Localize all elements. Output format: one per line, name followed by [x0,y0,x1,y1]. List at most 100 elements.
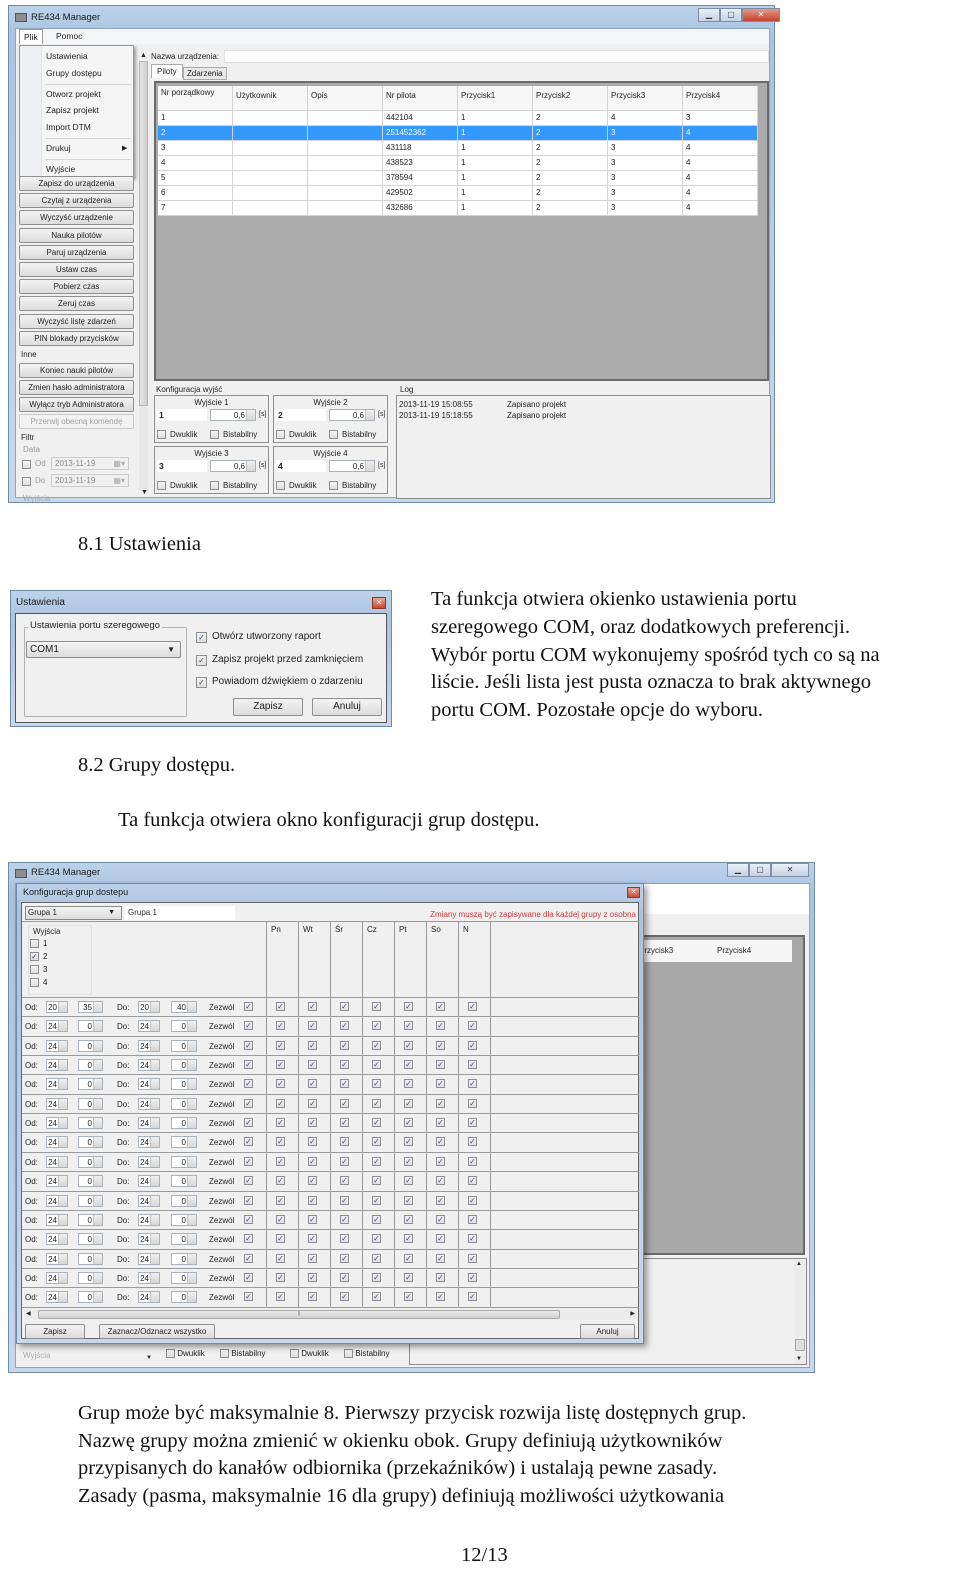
do-hour-spinner[interactable]: 24 [138,1039,160,1052]
do-minute-spinner[interactable]: 0 [171,1271,197,1284]
day-checkbox-Pn[interactable]: ✓ [276,1137,285,1147]
day-checkbox-Wt[interactable]: ✓ [308,1021,317,1031]
maximize-button[interactable]: ▢ [749,863,771,877]
day-checkbox-So[interactable]: ✓ [436,1040,445,1050]
od-hour-spinner[interactable]: 24 [46,1291,68,1304]
day-checkbox-Śr[interactable]: ✓ [340,1253,349,1263]
option-checkbox[interactable]: ✓ [196,654,207,666]
day-checkbox-Pn[interactable]: ✓ [276,1079,285,1089]
day-checkbox-N[interactable]: ✓ [468,1176,477,1186]
day-checkbox-Wt[interactable]: ✓ [308,1002,317,1011]
grid-header-2[interactable]: Opis [308,86,383,111]
day-checkbox-Pt[interactable]: ✓ [404,1002,413,1011]
output-time-spinner[interactable]: 0,6 [329,460,375,472]
day-checkbox-N[interactable]: ✓ [468,1079,477,1089]
od-minute-spinner[interactable]: 0 [78,1291,103,1304]
od-hour-spinner[interactable]: 24 [46,1194,68,1207]
day-checkbox-So[interactable]: ✓ [436,1002,445,1011]
day-checkbox-Wt[interactable]: ✓ [308,1137,317,1147]
day-checkbox-Wt[interactable]: ✓ [308,1176,317,1186]
option-checkbox[interactable]: ✓ [196,677,207,688]
do-minute-spinner[interactable]: 0 [171,1039,197,1052]
day-checkbox-Śr[interactable]: ✓ [340,1137,349,1147]
do-minute-spinner[interactable]: 0 [171,1078,197,1091]
day-checkbox-So[interactable]: ✓ [436,1292,445,1302]
day-checkbox-N[interactable]: ✓ [468,1292,477,1302]
od-hour-spinner[interactable]: 24 [46,1213,68,1226]
output-number-input[interactable]: 3 [157,460,207,472]
menu-pomoc[interactable]: Pomoc [56,31,82,41]
day-checkbox-Śr[interactable]: ✓ [340,1002,349,1011]
abort-command-button[interactable]: Przerwij obecną komendę [19,414,134,429]
day-checkbox-N[interactable]: ✓ [468,1118,477,1128]
minimize-button[interactable]: ▁ [727,863,749,877]
output-checkbox-3[interactable] [30,965,39,974]
day-checkbox-Wt[interactable]: ✓ [308,1098,317,1108]
day-checkbox-Cz[interactable]: ✓ [372,1253,381,1263]
maximize-button[interactable]: ▢ [720,8,742,22]
allow-checkbox[interactable]: ✓ [244,1079,253,1089]
day-checkbox-Cz[interactable]: ✓ [372,1234,381,1244]
inne-button[interactable]: Koniec nauki pilotów [19,363,134,378]
do-minute-spinner[interactable]: 0 [171,1155,197,1168]
od-hour-spinner[interactable]: 24 [46,1097,68,1110]
scroll-down-arrow[interactable]: ▼ [796,1356,802,1362]
group-name-input[interactable]: Grupa 1 [125,906,235,920]
do-minute-spinner[interactable]: 0 [171,1020,197,1033]
day-checkbox-Pt[interactable]: ✓ [404,1021,413,1031]
allow-checkbox[interactable]: ✓ [244,1021,253,1031]
od-minute-spinner[interactable]: 0 [78,1097,103,1110]
day-checkbox-Pn[interactable]: ✓ [276,1292,285,1302]
day-checkbox-Cz[interactable]: ✓ [372,1272,381,1282]
day-checkbox-Cz[interactable]: ✓ [372,1098,381,1108]
day-checkbox-Pn[interactable]: ✓ [276,1176,285,1186]
day-checkbox-Śr[interactable]: ✓ [340,1040,349,1050]
scrollbar-thumb[interactable] [795,1339,805,1351]
day-checkbox-Pt[interactable]: ✓ [404,1156,413,1166]
settings-close-button[interactable]: ✕ [372,597,386,609]
allow-checkbox[interactable]: ✓ [244,1272,253,1282]
day-checkbox-Wt[interactable]: ✓ [308,1079,317,1089]
grid-header-3[interactable]: Nr pilota [383,86,458,111]
allow-checkbox[interactable]: ✓ [244,1292,253,1302]
dwuklik-checkbox[interactable] [157,481,166,490]
do-hour-spinner[interactable]: 24 [138,1175,160,1188]
day-checkbox-Pt[interactable]: ✓ [404,1214,413,1224]
day-checkbox-Pt[interactable]: ✓ [404,1137,413,1147]
day-checkbox-So[interactable]: ✓ [436,1272,445,1282]
do-minute-spinner[interactable]: 0 [171,1194,197,1207]
day-checkbox-N[interactable]: ✓ [468,1021,477,1031]
allow-checkbox[interactable]: ✓ [244,1060,253,1070]
day-checkbox-Śr[interactable]: ✓ [340,1234,349,1244]
output-time-spinner[interactable]: 0,6 [210,460,256,472]
day-checkbox-Pn[interactable]: ✓ [276,1214,285,1224]
day-checkbox-N[interactable]: ✓ [468,1156,477,1166]
do-minute-spinner[interactable]: 40 [171,1001,197,1013]
od-checkbox[interactable] [22,460,31,469]
day-checkbox-So[interactable]: ✓ [436,1214,445,1224]
day-checkbox-Pn[interactable]: ✓ [276,1060,285,1070]
do-hour-spinner[interactable]: 20 [138,1001,160,1013]
day-checkbox-N[interactable]: ✓ [468,1060,477,1070]
allow-checkbox[interactable]: ✓ [244,1002,253,1011]
od-hour-spinner[interactable]: 24 [46,1233,68,1246]
day-checkbox-Wt[interactable]: ✓ [308,1195,317,1205]
day-checkbox-Cz[interactable]: ✓ [372,1137,381,1147]
bistabilny-checkbox[interactable] [210,430,219,439]
allow-checkbox[interactable]: ✓ [244,1137,253,1147]
scroll-right-arrow[interactable]: ▶ [630,1310,635,1317]
bistabilny-checkbox[interactable] [210,481,219,490]
left-button[interactable]: Paruj urządzenia [19,244,134,260]
day-checkbox-Pt[interactable]: ✓ [404,1195,413,1205]
left-button[interactable]: Wyczyść listę zdarzeń [19,313,134,329]
menu-item[interactable]: Ustawienia [46,51,131,61]
grid-header-6[interactable]: Przycisk3 [608,86,683,111]
day-checkbox-So[interactable]: ✓ [436,1195,445,1205]
day-checkbox-Wt[interactable]: ✓ [308,1292,317,1302]
bistabilny-checkbox[interactable] [329,430,338,439]
day-checkbox-So[interactable]: ✓ [436,1021,445,1031]
od-minute-spinner[interactable]: 0 [78,1136,103,1149]
left-button[interactable]: Czytaj z urządzenia [19,193,134,209]
device-name-input[interactable] [224,50,769,63]
day-checkbox-Pt[interactable]: ✓ [404,1098,413,1108]
